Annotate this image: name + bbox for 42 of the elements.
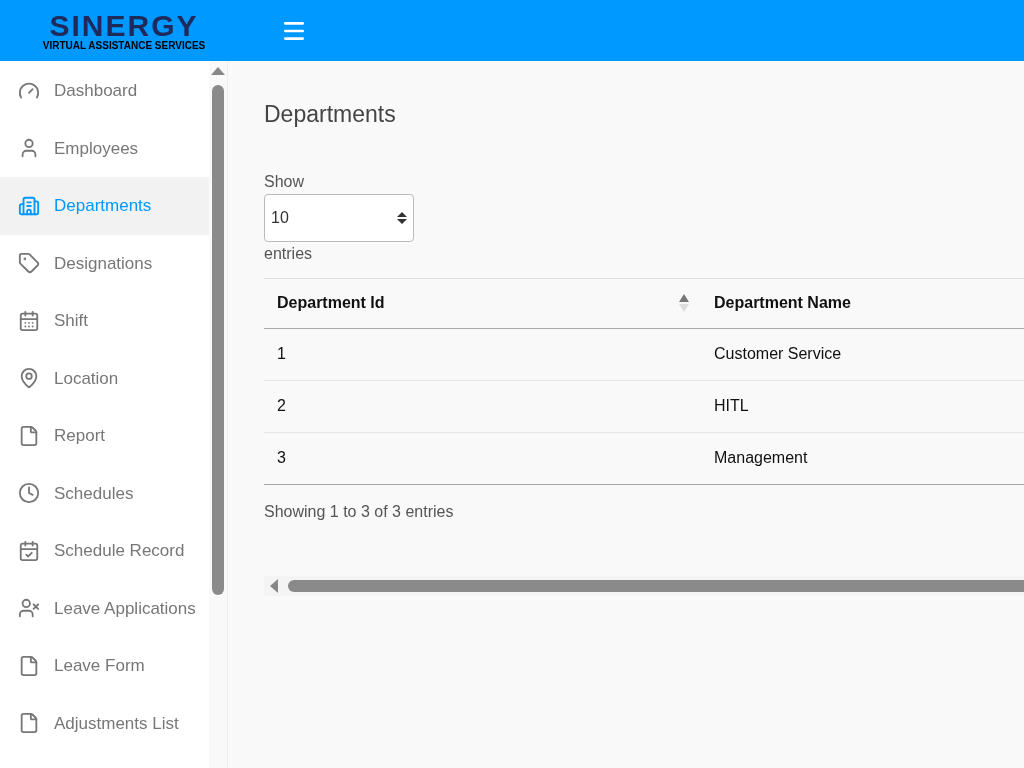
document-icon bbox=[18, 712, 40, 735]
person-x-icon bbox=[18, 597, 40, 620]
table-info: Showing 1 to 3 of 3 entries bbox=[264, 501, 455, 522]
clock-icon bbox=[18, 482, 40, 505]
sidebar-item[interactable]: Dashboard bbox=[0, 62, 210, 120]
sidebar-item[interactable]: Leave Form bbox=[0, 637, 210, 695]
column-header[interactable]: Department Name bbox=[701, 278, 1024, 328]
table-cell: 3 bbox=[264, 432, 701, 484]
table-cell: 2 bbox=[264, 380, 701, 432]
table-cell: 1 bbox=[264, 328, 701, 380]
document-icon bbox=[18, 654, 40, 677]
sidebar-item[interactable]: Leave Applications bbox=[0, 579, 210, 637]
scroll-up-icon[interactable] bbox=[211, 67, 226, 75]
sidebar-item[interactable]: Adjustments List bbox=[0, 694, 210, 752]
scroll-left-icon[interactable] bbox=[270, 578, 278, 593]
page-size-select[interactable]: 10 bbox=[264, 193, 414, 242]
sidebar-item[interactable]: Location bbox=[0, 349, 210, 407]
table-cell: HITL bbox=[701, 380, 1024, 432]
tag-icon bbox=[18, 252, 40, 275]
scrollbar-thumb[interactable] bbox=[212, 85, 225, 595]
sidebar-item[interactable]: Shift bbox=[0, 292, 210, 350]
sidebar-item[interactable]: Schedule Record bbox=[0, 522, 210, 580]
logo-subtitle: VIRTUAL ASSISTANCE SERVICES bbox=[42, 40, 206, 51]
table-cell: Customer Service bbox=[701, 328, 1024, 380]
show-label: Show bbox=[264, 171, 306, 192]
sidebar-item[interactable]: Departments bbox=[0, 177, 210, 235]
map-pin-icon bbox=[18, 367, 40, 390]
sidebar-item[interactable]: Designations bbox=[0, 234, 210, 292]
document-icon bbox=[18, 424, 40, 447]
sidebar-item[interactable]: Employees bbox=[0, 119, 210, 177]
table-cell: Management bbox=[701, 432, 1024, 484]
horizontal-scrollbar-thumb[interactable] bbox=[288, 579, 1024, 592]
building-icon bbox=[18, 194, 40, 217]
calendar-icon bbox=[18, 309, 40, 332]
sidebar-item[interactable]: Schedules bbox=[0, 464, 210, 522]
column-header[interactable]: Department Id bbox=[264, 278, 701, 328]
select-arrows-icon bbox=[397, 210, 407, 225]
logo-title: SINERGY bbox=[49, 10, 199, 41]
sidebar-item[interactable]: Report bbox=[0, 407, 210, 465]
calendar-check-icon bbox=[18, 539, 40, 562]
page-title: Departments bbox=[264, 100, 397, 129]
entries-label: entries bbox=[264, 243, 314, 264]
